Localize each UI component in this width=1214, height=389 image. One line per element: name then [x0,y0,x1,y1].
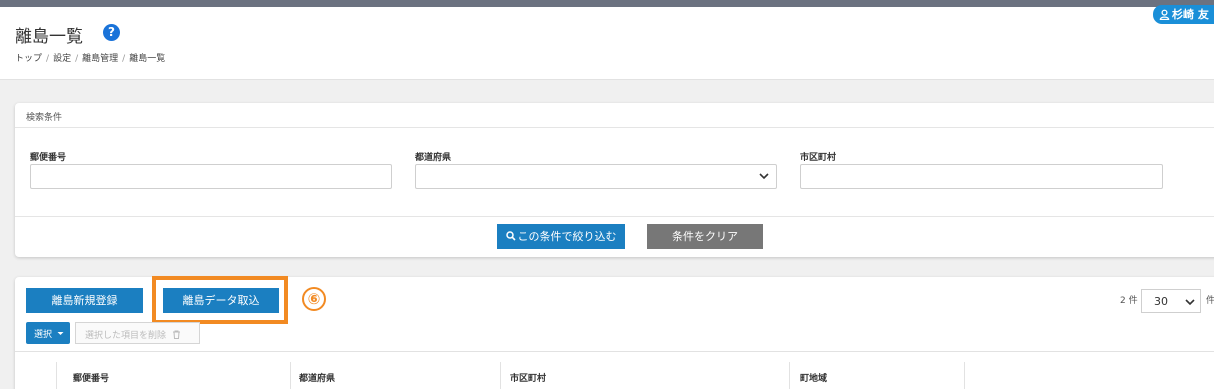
per-page-suffix: 件 [1206,296,1214,306]
municipality-label: 市区町村 [800,153,837,163]
column-divider [500,362,501,389]
search-icon [505,231,516,241]
user-menu-button[interactable]: 杉崎 友 [1153,5,1214,24]
postal-code-label: 郵便番号 [30,153,67,163]
panel-divider [15,216,1214,217]
page-header: 離島一覧 ? トップ / 設定 / 離島管理 / 離島一覧 [0,7,1214,80]
trash-icon [172,330,180,339]
annotation-marker: ⑥ [302,287,326,311]
table-header-divider [15,351,1214,352]
clear-button[interactable]: 条件をクリア [647,224,763,249]
user-name: 杉崎 友 [1172,8,1209,21]
breadcrumb-settings[interactable]: 設定 [53,54,71,64]
per-page-value: 30 [1154,295,1168,308]
user-icon [1159,9,1170,21]
breadcrumb-separator: / [75,54,79,64]
column-header-town-area[interactable]: 町地域 [800,371,827,384]
per-page-select[interactable]: 30 [1141,289,1201,313]
breadcrumb: トップ / 設定 / 離島管理 / 離島一覧 [15,51,165,64]
delete-selected-button[interactable]: 選択した項目を削除 [75,322,200,344]
new-island-button[interactable]: 離島新規登録 [26,288,143,313]
breadcrumb-current: 離島一覧 [129,54,166,64]
municipality-input[interactable] [800,164,1163,189]
prefecture-select[interactable] [415,164,777,189]
postal-code-input[interactable] [30,164,392,189]
prefecture-label: 都道府県 [415,153,452,163]
column-header-municipality[interactable]: 市区町村 [510,371,546,384]
column-divider [56,362,57,389]
column-header-prefecture[interactable]: 都道府県 [299,371,335,384]
select-dropdown-button[interactable]: 選択 [26,322,70,344]
breadcrumb-island-management[interactable]: 離島管理 [82,54,118,64]
column-header-postal-code[interactable]: 郵便番号 [73,371,109,384]
breadcrumb-top[interactable]: トップ [15,54,42,64]
result-count: 2 件 [1120,296,1138,306]
column-divider [789,362,790,389]
chevron-down-icon [1185,299,1195,306]
top-bar [0,0,1214,7]
select-button-label: 選択 [34,330,53,340]
filter-button-label: この条件で絞り込む [517,230,617,243]
column-divider [290,362,291,389]
chevron-down-icon [759,173,769,180]
filter-button[interactable]: この条件で絞り込む [497,224,625,249]
highlight-box [152,276,288,324]
breadcrumb-separator: / [46,54,50,64]
help-icon[interactable]: ? [103,24,120,41]
column-divider [964,362,965,389]
search-panel-title: 検索条件 [15,103,1214,128]
delete-button-label: 選択した項目を削除 [85,331,167,341]
caret-down-icon [57,332,64,335]
page-title: 離島一覧 [15,27,83,47]
breadcrumb-separator: / [122,54,126,64]
search-panel: 検索条件 郵便番号 都道府県 市区町村 この条件で絞り込む 条件をクリア [15,103,1214,257]
